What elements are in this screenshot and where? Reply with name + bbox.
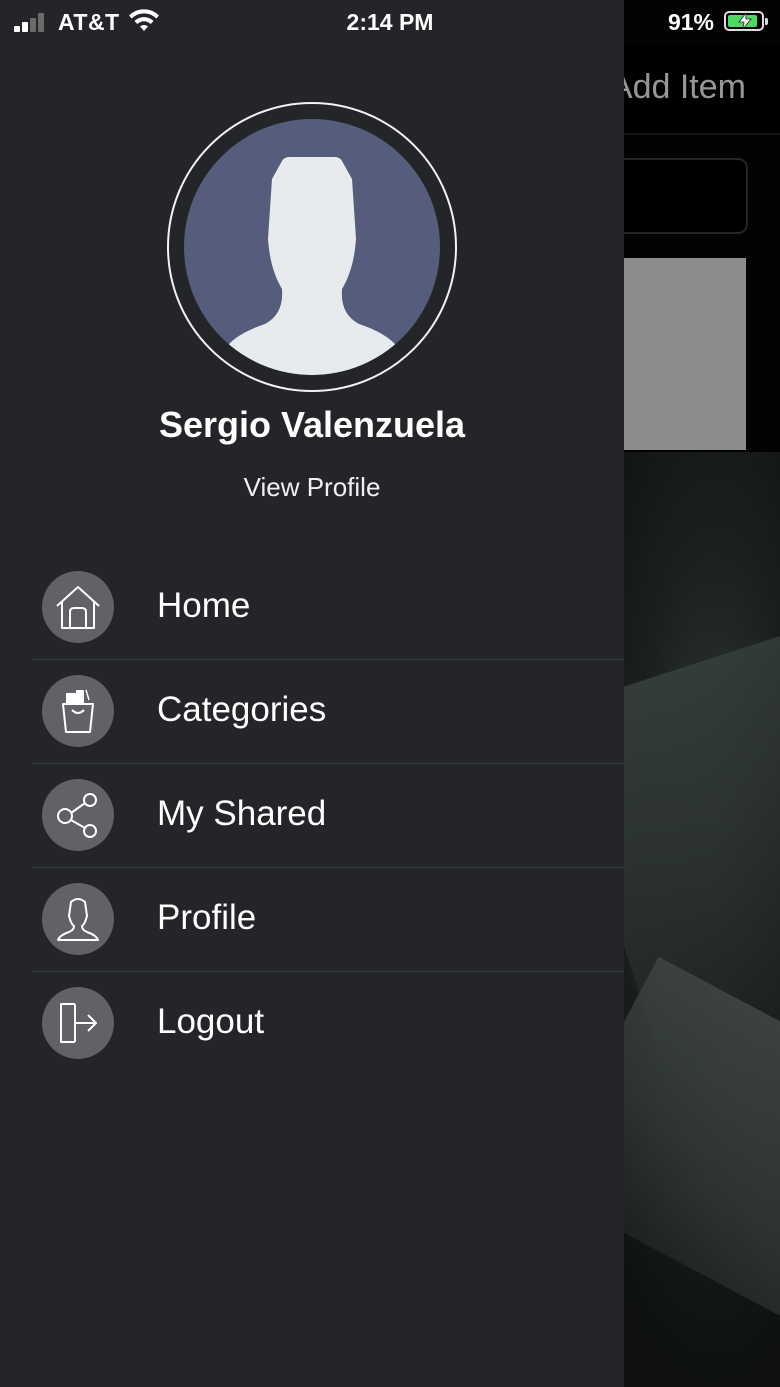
battery-percentage: 91%: [667, 9, 714, 35]
drawer-menu: Home Categories My Shared Profile Logout: [32, 556, 624, 1075]
view-profile-link[interactable]: View Profile: [0, 472, 624, 503]
menu-item-profile[interactable]: Profile: [32, 868, 624, 972]
user-icon: [42, 883, 114, 955]
navigation-drawer: Sergio Valenzuela View Profile Home Cate…: [0, 0, 624, 1387]
avatar[interactable]: [184, 119, 440, 375]
logout-icon: [42, 987, 114, 1059]
menu-item-logout[interactable]: Logout: [32, 972, 624, 1075]
menu-label-home: Home: [157, 586, 251, 625]
status-bar: AT&T 2:14 PM 91%: [0, 0, 780, 44]
profile-name: Sergio Valenzuela: [158, 404, 466, 445]
battery-icon: [724, 11, 768, 31]
menu-label-my-shared: My Shared: [157, 794, 327, 833]
default-user-avatar-icon: [225, 157, 399, 375]
shopping-bag-icon: [42, 675, 114, 747]
status-time: 2:14 PM: [346, 9, 434, 35]
menu-item-categories[interactable]: Categories: [32, 660, 624, 764]
menu-label-profile: Profile: [157, 898, 257, 937]
menu-label-logout: Logout: [157, 1002, 265, 1041]
menu-item-home[interactable]: Home: [32, 556, 624, 660]
share-icon: [42, 779, 114, 851]
menu-label-categories: Categories: [157, 690, 327, 729]
home-icon: [42, 571, 114, 643]
menu-item-my-shared[interactable]: My Shared: [32, 764, 624, 868]
